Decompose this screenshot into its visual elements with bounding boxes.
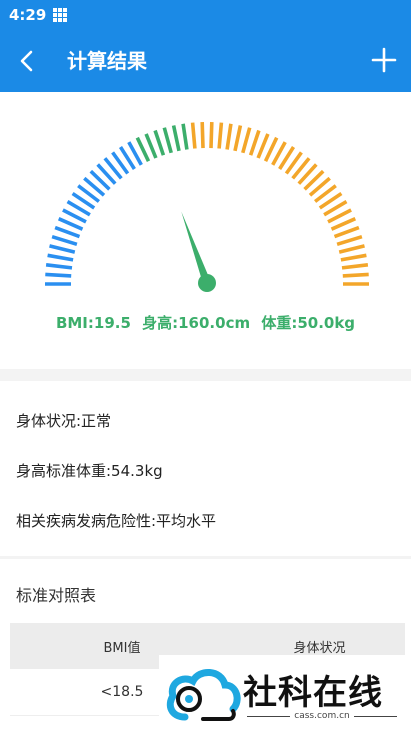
- bmi-readout: BMI:19.5 身高:160.0cm 体重:50.0kg: [0, 312, 411, 333]
- page-title: 计算结果: [67, 49, 147, 73]
- gauge-tick: [209, 122, 214, 149]
- gauge-ticks: [45, 122, 369, 286]
- cloud-logo-icon: [166, 669, 241, 721]
- gauge-tick: [181, 123, 189, 150]
- header-status: 身体状况: [293, 640, 346, 656]
- gauge-tick: [54, 225, 81, 239]
- gauge-tick: [171, 125, 181, 152]
- header-bmi: BMI值: [103, 640, 141, 656]
- gauge-tick: [217, 122, 224, 149]
- watermark-url: cass.com.cn: [247, 711, 397, 721]
- gauge-tick: [340, 253, 367, 262]
- apps-grid-icon: [53, 7, 68, 22]
- gauge-tick: [341, 263, 369, 270]
- gauge-tick: [153, 129, 166, 156]
- gauge-tick: [162, 127, 173, 154]
- disease-risk-text: 相关疾病发病危险性:平均水平: [16, 512, 217, 530]
- bmi-gauge-card: BMI:19.5 身高:160.0cm 体重:50.0kg: [0, 92, 411, 369]
- table-title: 标准对照表: [16, 586, 97, 605]
- result-info-card: 身体状况:正常 身高标准体重:54.3kg 相关疾病发病危险性:平均水平: [0, 381, 411, 556]
- watermark: 社科在线 cass.com.cn: [159, 655, 411, 735]
- gauge-tick: [338, 244, 365, 254]
- standard-weight-text: 身高标准体重:54.3kg: [16, 462, 163, 480]
- gauge-tick: [333, 225, 360, 239]
- readout-bmi: BMI:19.5: [55, 314, 131, 332]
- gauge-tick: [49, 244, 76, 254]
- watermark-text: 社科在线: [243, 673, 383, 713]
- app-bar: 计算结果: [0, 29, 411, 92]
- gauge-tick: [144, 133, 158, 159]
- gauge-tick: [47, 253, 74, 262]
- body-status-text: 身体状况:正常: [16, 412, 112, 430]
- gauge-tick: [336, 234, 363, 247]
- gauge-tick: [200, 122, 205, 149]
- gauge-needle: [181, 211, 211, 285]
- gauge-hub: [198, 274, 216, 292]
- gauge-tick: [241, 127, 252, 154]
- gauge-tick: [256, 133, 270, 159]
- status-time: 4:29: [9, 5, 47, 24]
- gauge-tick: [248, 129, 261, 156]
- gauge-tick: [342, 272, 369, 278]
- gauge-tick: [225, 123, 233, 150]
- status-bar: 4:29: [0, 0, 411, 29]
- readout-height: 身高:160.0cm: [142, 314, 251, 332]
- readout-weight: 体重:50.0kg: [261, 314, 356, 332]
- gauge-tick: [51, 234, 78, 247]
- back-arrow-icon[interactable]: [14, 47, 42, 75]
- add-icon[interactable]: [369, 45, 399, 75]
- gauge-tick: [190, 122, 197, 149]
- bmi-gauge: [45, 122, 369, 292]
- gauge-tick: [233, 125, 243, 152]
- gauge-tick: [45, 272, 72, 278]
- gauge-tick: [45, 263, 73, 270]
